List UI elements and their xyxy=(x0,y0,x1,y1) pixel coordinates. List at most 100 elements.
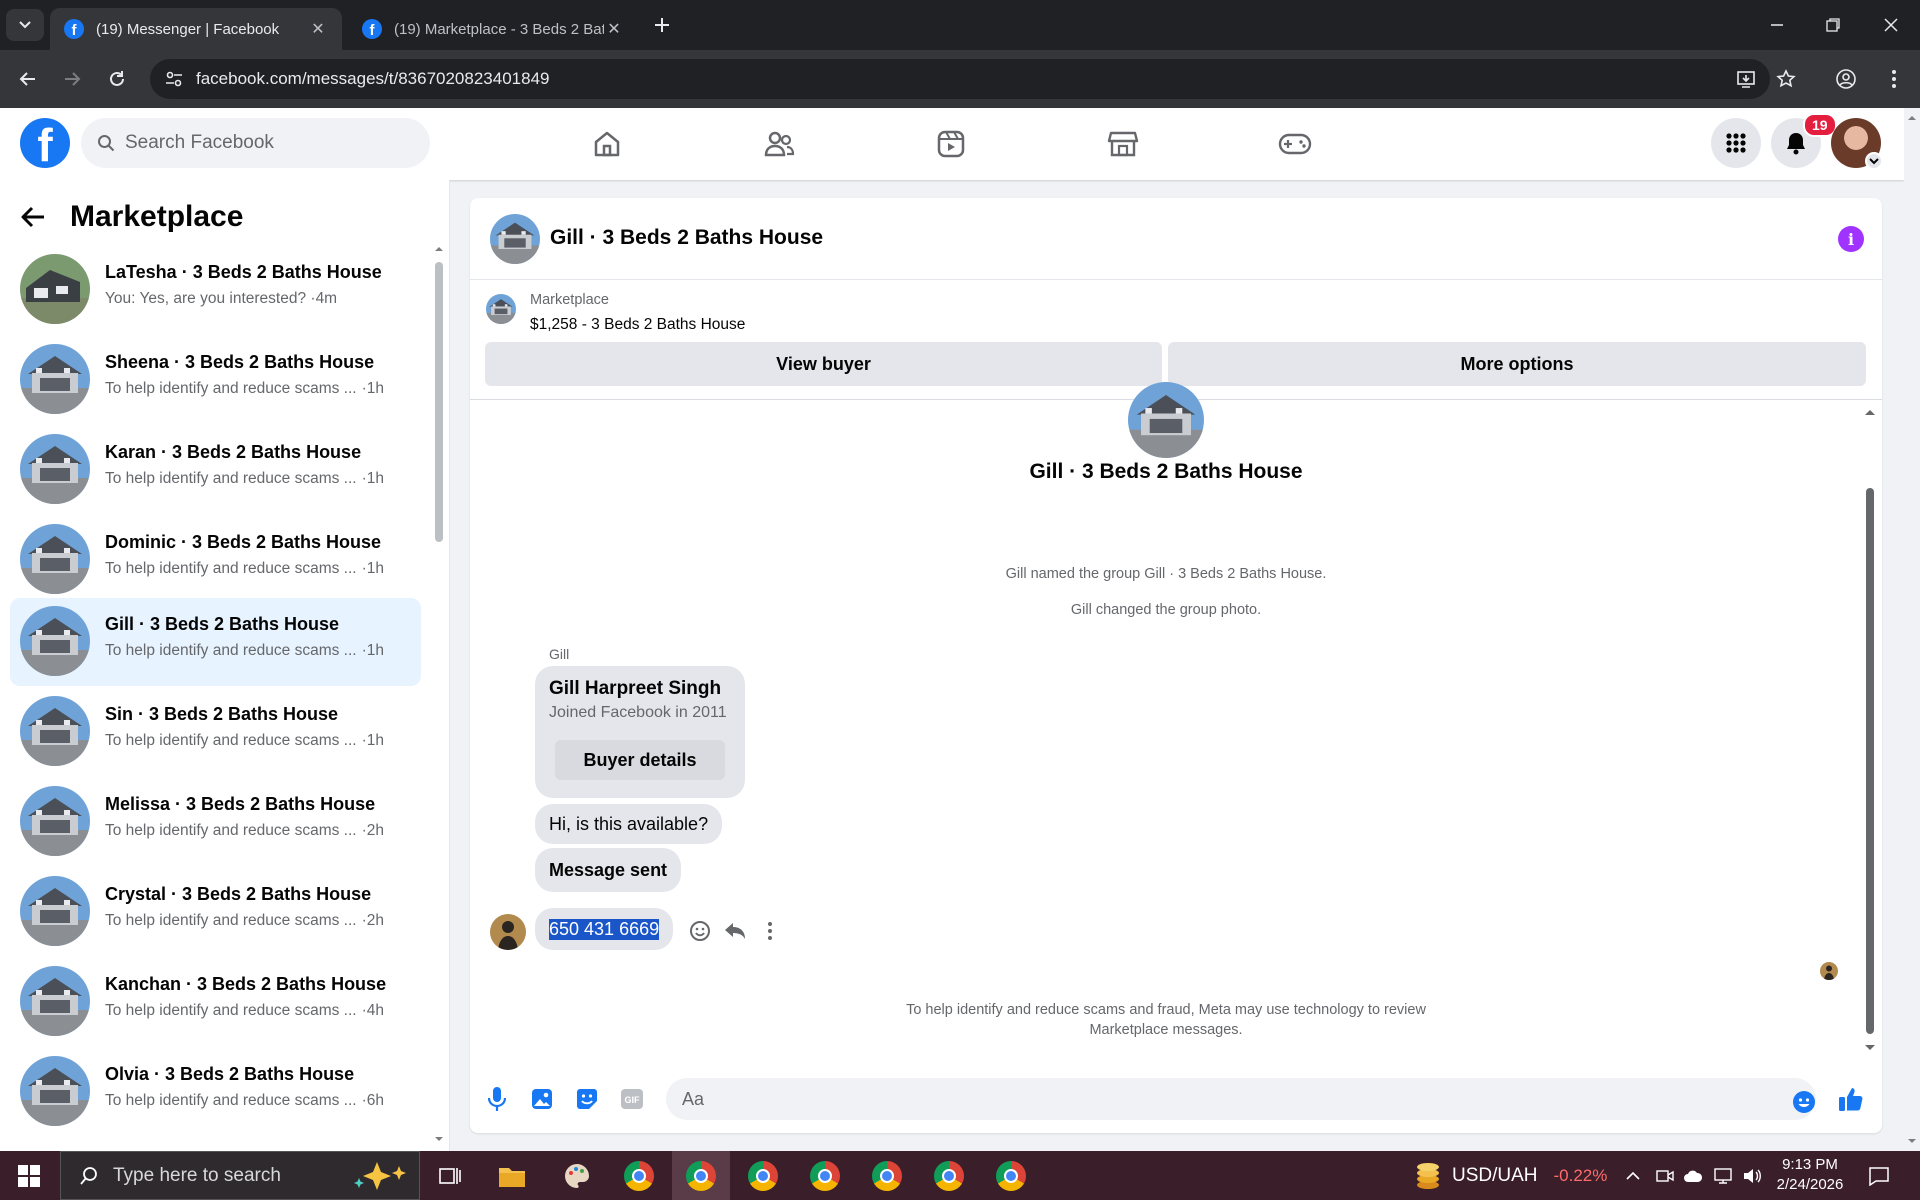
star-icon xyxy=(1776,69,1796,88)
nav-marketplace[interactable] xyxy=(1068,116,1178,172)
taskbar-search-input[interactable]: Type here to search xyxy=(60,1151,420,1200)
notification-center-button[interactable] xyxy=(1868,1165,1890,1187)
more-options-button[interactable]: More options xyxy=(1168,342,1866,386)
nav-gaming[interactable] xyxy=(1240,116,1350,172)
message-more-button[interactable] xyxy=(755,916,785,946)
conversation-avatar xyxy=(20,696,90,766)
taskbar-chrome[interactable] xyxy=(672,1151,730,1200)
arrow-left-icon[interactable] xyxy=(20,205,46,229)
currency-widget[interactable]: USD/UAH -0.22% xyxy=(1414,1151,1607,1200)
home-icon xyxy=(594,131,620,157)
conversation-item[interactable]: Karan · 3 Beds 2 Baths House To help ide… xyxy=(10,426,421,514)
reply-button[interactable] xyxy=(720,916,750,946)
facebook-header: f Search Facebook 19 xyxy=(0,108,1904,180)
taskbar-app-paint[interactable] xyxy=(548,1151,606,1200)
tray-network[interactable] xyxy=(1712,1165,1734,1187)
conversation-avatar xyxy=(20,1056,90,1126)
task-view-button[interactable] xyxy=(421,1151,479,1200)
tab-marketplace[interactable]: f (19) Marketplace - 3 Beds 2 Bat ✕ xyxy=(348,8,638,50)
close-icon[interactable]: ✕ xyxy=(308,19,328,39)
chat-avatar[interactable] xyxy=(490,214,540,264)
chat-title[interactable]: Gill · 3 Beds 2 Baths House xyxy=(550,226,823,250)
conversation-item[interactable]: Melissa · 3 Beds 2 Baths House To help i… xyxy=(10,778,421,866)
taskbar-chrome[interactable] xyxy=(982,1151,1040,1200)
install-app-button[interactable] xyxy=(1730,63,1762,95)
conversation-item[interactable]: LaTesha · 3 Beds 2 Baths House You: Yes,… xyxy=(10,246,421,334)
listing-description[interactable]: $1,258 - 3 Beds 2 Baths House xyxy=(530,316,745,334)
profile-avatar[interactable] xyxy=(1831,118,1883,170)
voice-clip-button[interactable] xyxy=(480,1082,514,1116)
back-button[interactable] xyxy=(12,63,44,95)
taskbar-chrome[interactable] xyxy=(734,1151,792,1200)
conversation-avatar xyxy=(20,606,90,676)
reload-button[interactable] xyxy=(101,63,133,95)
listing-thumbnail[interactable] xyxy=(486,294,516,324)
nav-home[interactable] xyxy=(552,116,662,172)
conversation-item[interactable]: Crystal · 3 Beds 2 Baths House To help i… xyxy=(10,868,421,956)
minimize-button[interactable] xyxy=(1752,8,1802,42)
close-icon[interactable]: ✕ xyxy=(604,19,624,39)
conversation-preview: To help identify and reduce scams ... ·2h xyxy=(105,822,384,839)
taskbar-chrome[interactable] xyxy=(920,1151,978,1200)
image-icon xyxy=(532,1089,552,1109)
menu-button[interactable] xyxy=(1711,118,1761,168)
view-buyer-button[interactable]: View buyer xyxy=(485,342,1162,386)
new-tab-button[interactable] xyxy=(640,8,684,42)
info-icon[interactable]: i xyxy=(1838,226,1864,252)
conversation-item[interactable]: Olvia · 3 Beds 2 Baths House To help ide… xyxy=(10,1048,421,1136)
account-icon xyxy=(1836,69,1856,89)
restore-icon xyxy=(1826,18,1840,32)
taskbar-search-placeholder: Type here to search xyxy=(113,1164,281,1186)
search-input[interactable]: Search Facebook xyxy=(81,118,430,168)
message-bubble[interactable]: Hi, is this available? xyxy=(535,804,723,844)
sticker-button[interactable] xyxy=(570,1082,604,1116)
react-button[interactable] xyxy=(685,916,715,946)
omnibox[interactable]: facebook.com/messages/t/8367020823401849 xyxy=(150,59,1770,99)
facebook-logo[interactable]: f xyxy=(20,118,70,168)
taskbar-chrome[interactable] xyxy=(796,1151,854,1200)
tab-search-button[interactable] xyxy=(6,9,44,41)
taskbar-file-explorer[interactable] xyxy=(483,1151,541,1200)
like-button[interactable] xyxy=(1834,1082,1868,1116)
nav-video[interactable] xyxy=(896,116,1006,172)
message-input[interactable]: Aa xyxy=(666,1078,1816,1120)
taskbar-chrome[interactable] xyxy=(858,1151,916,1200)
scrollbar-thumb[interactable] xyxy=(1866,488,1874,1034)
tray-overflow[interactable] xyxy=(1622,1165,1644,1187)
gif-button[interactable]: GIF xyxy=(615,1082,649,1116)
chat-panel: Gill · 3 Beds 2 Baths House i Marketplac… xyxy=(470,198,1882,1133)
panel-header: Marketplace xyxy=(20,192,243,242)
browser-menu-button[interactable] xyxy=(1878,63,1910,95)
conversation-item[interactable]: Sheena · 3 Beds 2 Baths House To help id… xyxy=(10,336,421,424)
conversation-item[interactable]: Kanchan · 3 Beds 2 Baths House To help i… xyxy=(10,958,421,1046)
taskbar-chrome[interactable] xyxy=(610,1151,668,1200)
profile-button[interactable] xyxy=(1830,63,1862,95)
conversation-item[interactable]: Dominic · 3 Beds 2 Baths House To help i… xyxy=(10,516,421,604)
group-avatar xyxy=(1128,382,1204,458)
restore-button[interactable] xyxy=(1808,8,1858,42)
page-scrollbar[interactable] xyxy=(1904,108,1920,1151)
conversation-item[interactable]: Sin · 3 Beds 2 Baths House To help ident… xyxy=(10,688,421,776)
conversation-item-selected[interactable]: Gill · 3 Beds 2 Baths House To help iden… xyxy=(10,598,421,686)
buyer-details-button[interactable]: Buyer details xyxy=(555,740,725,780)
tray-meet[interactable] xyxy=(1654,1165,1676,1187)
scroll-up-icon xyxy=(435,247,443,251)
emoji-button[interactable] xyxy=(1792,1090,1816,1114)
forward-button[interactable] xyxy=(56,63,88,95)
tray-onedrive[interactable] xyxy=(1682,1165,1704,1187)
message-input-placeholder: Aa xyxy=(682,1088,705,1109)
taskbar-clock[interactable]: 9:13 PM 2/24/2026 xyxy=(1760,1155,1860,1195)
nav-friends[interactable] xyxy=(724,116,834,172)
message-bubble[interactable]: 650 431 6669 xyxy=(535,908,674,950)
close-window-button[interactable] xyxy=(1866,8,1916,42)
message-bubble[interactable]: Message sent xyxy=(535,848,682,892)
phone-number-text[interactable]: 650 431 6669 xyxy=(549,918,660,940)
conversation-avatar xyxy=(20,524,90,594)
chrome-icon xyxy=(686,1160,716,1191)
scrollbar-thumb[interactable] xyxy=(435,262,443,542)
attach-photo-button[interactable] xyxy=(525,1082,559,1116)
tab-messenger[interactable]: f (19) Messenger | Facebook ✕ xyxy=(50,8,342,50)
start-button[interactable] xyxy=(0,1151,58,1200)
conversation-name: Melissa · 3 Beds 2 Baths House xyxy=(105,794,376,814)
bookmark-button[interactable] xyxy=(1770,63,1802,95)
